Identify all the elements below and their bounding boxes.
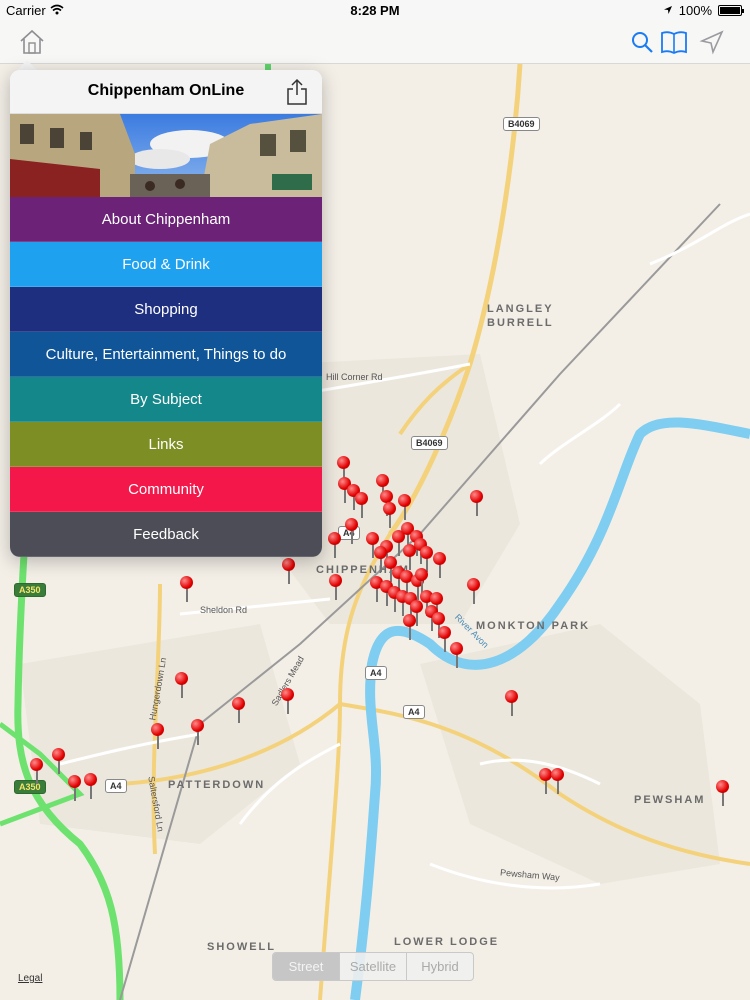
segment-hybrid[interactable]: Hybrid — [407, 953, 473, 980]
road-shield: A4 — [403, 705, 425, 719]
map-pin[interactable] — [282, 558, 296, 584]
popover-arrow — [17, 60, 37, 70]
map-pin[interactable] — [403, 614, 417, 640]
toolbar — [0, 20, 750, 64]
map-pin[interactable] — [355, 492, 369, 518]
map-pin[interactable] — [398, 494, 412, 520]
segment-satellite[interactable]: Satellite — [340, 953, 407, 980]
place-label: SHOWELL — [207, 941, 276, 953]
menu-list: About Chippenham Food & Drink Shopping Cult… — [10, 197, 322, 557]
map-pin[interactable] — [84, 773, 98, 799]
road-shield: B4069 — [411, 436, 448, 450]
road-shield: A4 — [365, 666, 387, 680]
popover-title: Chippenham OnLine — [87, 82, 245, 99]
book-icon[interactable] — [660, 28, 688, 56]
status-time: 8:28 PM — [350, 3, 400, 18]
map-pin[interactable] — [505, 690, 519, 716]
road-shield: A4 — [105, 779, 127, 793]
map-pin[interactable] — [470, 490, 484, 516]
menu-item[interactable]: Links — [10, 422, 322, 467]
map-pin[interactable] — [281, 688, 295, 714]
map-pin[interactable] — [450, 642, 464, 668]
menu-item[interactable]: By Subject — [10, 377, 322, 422]
location-arrow-icon[interactable] — [698, 28, 726, 56]
map-pin[interactable] — [52, 748, 66, 774]
menu-popover: Chippenham OnLine About Chippenham Food &… — [10, 70, 322, 557]
map-pin[interactable] — [30, 758, 44, 784]
map-pin[interactable] — [551, 768, 565, 794]
place-label: MONKTON PARK — [476, 620, 591, 632]
segment-street[interactable]: Street — [273, 953, 340, 980]
map-pin[interactable] — [383, 502, 397, 528]
map-pin[interactable] — [716, 780, 730, 806]
map-pin[interactable] — [232, 697, 246, 723]
road-shield: A350 — [14, 583, 46, 597]
map-pin[interactable] — [191, 719, 205, 745]
menu-item[interactable]: Shopping — [10, 287, 322, 332]
home-icon[interactable] — [18, 28, 46, 56]
road-shield: B4069 — [503, 117, 540, 131]
map-pin[interactable] — [329, 574, 343, 600]
place-label: PEWSHAM — [634, 794, 706, 806]
menu-item[interactable]: Community — [10, 467, 322, 512]
place-label: LOWER LODGE — [394, 936, 500, 948]
map-pin[interactable] — [345, 518, 359, 544]
map-pin[interactable] — [151, 723, 165, 749]
map-type-control: Street Satellite Hybrid — [272, 952, 474, 981]
menu-item[interactable]: About Chippenham — [10, 197, 322, 242]
popover-header: Chippenham OnLine — [10, 70, 322, 114]
map-pin[interactable] — [180, 576, 194, 602]
map-pin[interactable] — [68, 775, 82, 801]
share-icon[interactable] — [286, 78, 308, 106]
menu-item[interactable]: Food & Drink — [10, 242, 322, 287]
map-pin[interactable] — [328, 532, 342, 558]
town-photo — [10, 114, 322, 197]
battery-icon — [718, 5, 744, 16]
menu-item[interactable]: Culture, Entertainment, Things to do — [10, 332, 322, 377]
map-pin[interactable] — [175, 672, 189, 698]
menu-item[interactable]: Feedback — [10, 512, 322, 557]
road-label: Hill Corner Rd — [326, 372, 383, 382]
legal-link[interactable]: Legal — [18, 973, 42, 984]
map-pin[interactable] — [433, 552, 447, 578]
place-label: PATTERDOWN — [168, 779, 266, 791]
road-label: Sheldon Rd — [200, 605, 248, 615]
search-icon[interactable] — [628, 28, 656, 56]
place-label: LANGLEY BURRELL — [487, 303, 554, 329]
battery-percent: 100% — [678, 3, 712, 18]
status-bar: Carrier 8:28 PM 100% — [0, 0, 750, 20]
map-pin[interactable] — [467, 578, 481, 604]
location-services-icon — [663, 3, 673, 18]
